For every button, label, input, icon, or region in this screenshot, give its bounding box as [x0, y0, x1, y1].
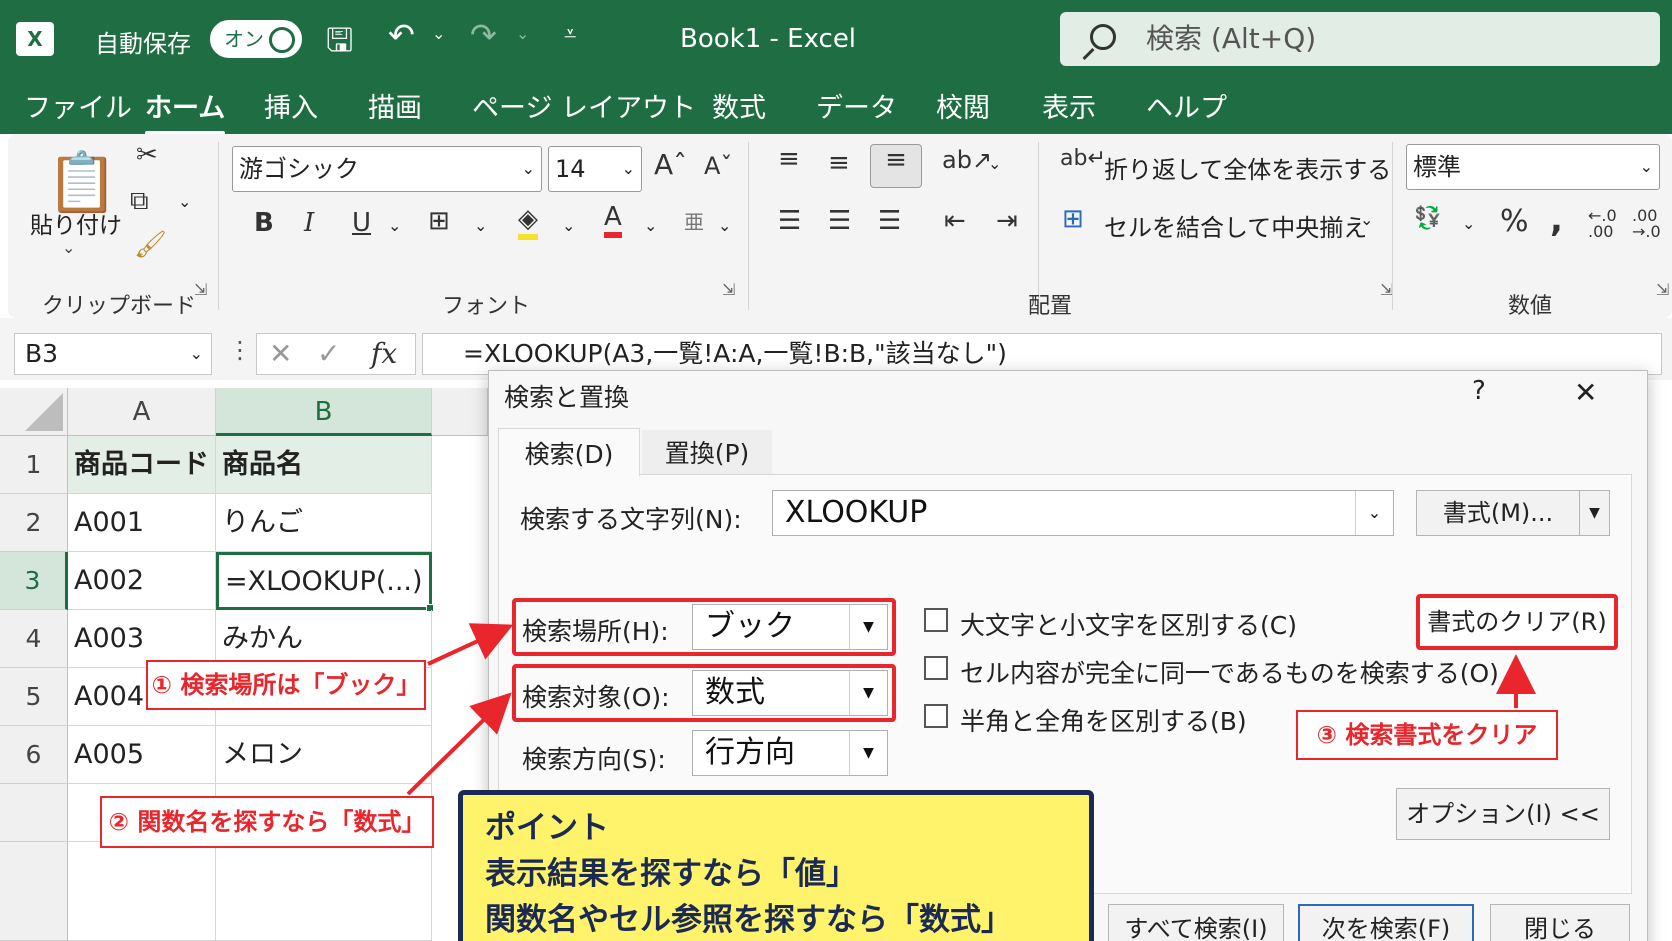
point-line2: 関数名やセル参照を探すなら「数式」: [485, 902, 1012, 938]
point-callout: ポイント 表示結果を探すなら「値」 関数名やセル参照を探すなら「数式」: [458, 790, 1094, 941]
annotation-note3: ③ 検索書式をクリア: [1296, 710, 1558, 760]
arrow-note2: [406, 692, 512, 796]
annotation-note2: ② 関数名を探すなら「数式」: [100, 796, 434, 848]
point-line1: 表示結果を探すなら「値」: [485, 856, 857, 892]
point-title: ポイント: [485, 810, 609, 846]
annotation-note1: ① 検索場所は「ブック」: [146, 660, 426, 710]
arrow-note1: [427, 623, 514, 666]
